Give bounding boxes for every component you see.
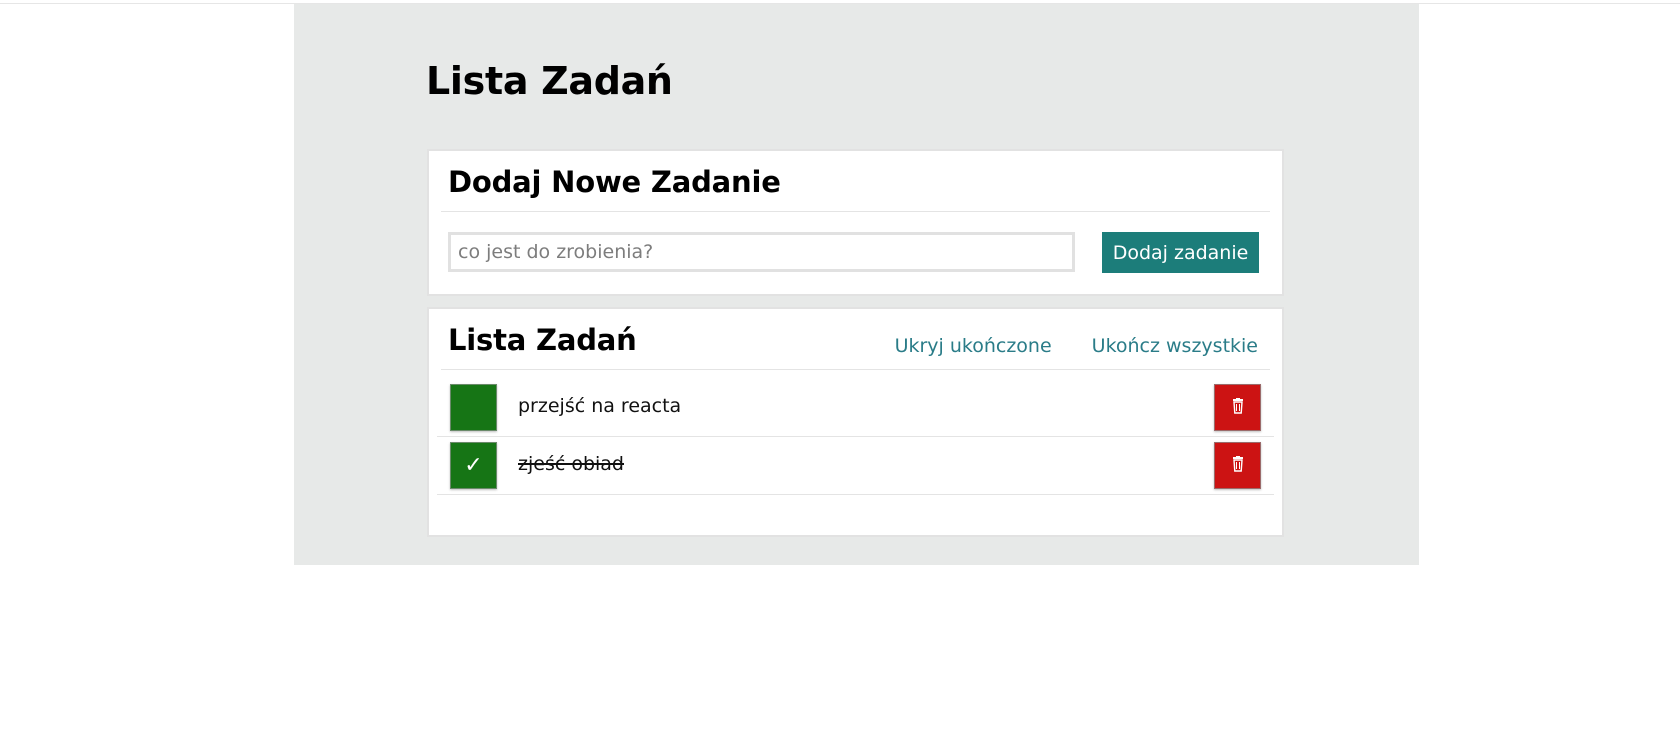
trash-icon	[1232, 455, 1244, 476]
add-task-button[interactable]: Dodaj zadanie	[1102, 232, 1259, 273]
task-list-heading: Lista Zadań	[448, 323, 637, 357]
trash-icon	[1232, 397, 1244, 418]
task-checkbox[interactable]	[450, 384, 497, 431]
task-text: przejść na reacta	[518, 395, 682, 417]
delete-task-button[interactable]	[1214, 384, 1261, 431]
new-task-input[interactable]	[448, 232, 1075, 272]
task-row: przejść na reacta	[437, 379, 1274, 437]
add-task-heading: Dodaj Nowe Zadanie	[448, 165, 781, 199]
task-checkbox-checked[interactable]: ✓	[450, 442, 497, 489]
list-actions: Ukryj ukończone Ukończ wszystkie	[895, 335, 1258, 357]
add-task-card: Dodaj Nowe Zadanie Dodaj zadanie	[427, 149, 1284, 296]
complete-all-link[interactable]: Ukończ wszystkie	[1092, 335, 1258, 357]
task-list-divider	[441, 369, 1270, 370]
task-list-card: Lista Zadań Ukryj ukończone Ukończ wszys…	[427, 307, 1284, 537]
delete-task-button[interactable]	[1214, 442, 1261, 489]
add-task-divider	[441, 211, 1270, 212]
hide-completed-link[interactable]: Ukryj ukończone	[895, 335, 1052, 357]
todo-app: Lista Zadań Dodaj Nowe Zadanie Dodaj zad…	[294, 4, 1419, 565]
page-title: Lista Zadań	[426, 59, 673, 103]
task-text-completed: zjeść obiad	[518, 453, 624, 475]
task-row: ✓ zjeść obiad	[437, 437, 1274, 495]
